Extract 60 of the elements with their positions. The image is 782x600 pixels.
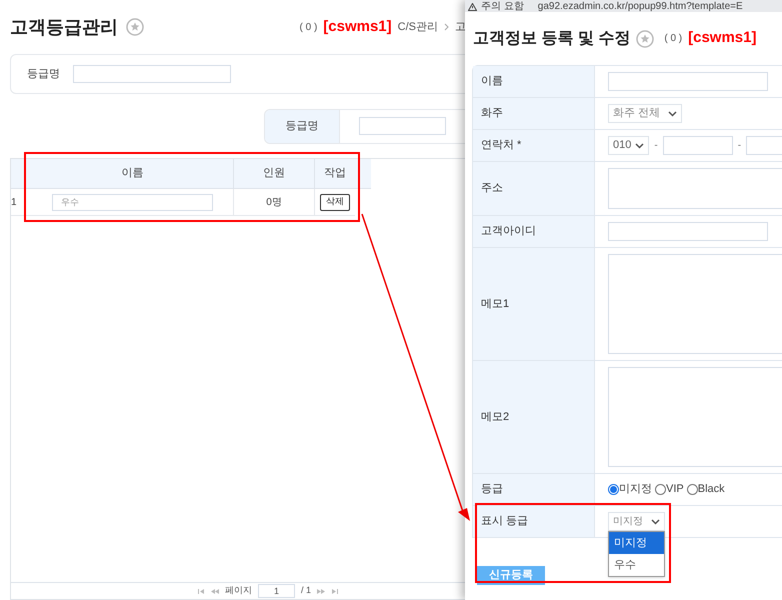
count-text: ( 0 ) [300, 20, 318, 34]
page-input[interactable]: 1 [258, 584, 295, 598]
breadcrumb-link[interactable]: C/S관리 [398, 18, 438, 36]
form-label: 등급 [473, 474, 595, 505]
page-label: 페이지 [224, 584, 252, 598]
form-label: 화주 [473, 98, 595, 129]
textarea-field[interactable] [608, 254, 782, 354]
form-label: 메모1 [473, 248, 595, 360]
page-total: / 1 [300, 584, 311, 598]
column-header: 인원 [234, 159, 315, 188]
table-cell: 0명 [234, 189, 315, 215]
security-text: 주의 요함 [481, 2, 524, 12]
filter-input[interactable] [359, 117, 446, 135]
chevron-down-icon [668, 110, 678, 116]
column-header: 이름 [32, 159, 234, 188]
next-page-icon[interactable] [317, 588, 325, 594]
form-label: 주소 [473, 162, 595, 215]
page-title: 고객등급관리 [10, 16, 118, 38]
column-header: 작업 [323, 166, 347, 182]
select-field[interactable]: 미지정 [608, 512, 665, 531]
radio-option[interactable]: VIP [655, 481, 684, 498]
radio-option[interactable]: Black [686, 481, 725, 498]
dropdown-option[interactable]: 미지정 [609, 532, 664, 554]
last-page-icon[interactable] [331, 588, 338, 594]
chevron-down-icon [635, 142, 644, 148]
prev-page-icon[interactable] [210, 588, 219, 594]
user-id-text: [cswms1] [688, 28, 756, 48]
chevron-right-icon [444, 23, 449, 31]
delete-button[interactable]: 삭제 [320, 194, 350, 210]
warning-icon [468, 3, 477, 11]
radio-icon[interactable] [608, 484, 619, 495]
text-input[interactable] [608, 222, 768, 241]
popup-title: 고객정보 등록 및 수정 [473, 28, 630, 48]
search-label: 등급명 [27, 66, 60, 82]
row-number: 1 [11, 196, 18, 210]
form-label: 표시 등급 [473, 506, 595, 537]
form-label: 고객아이디 [473, 216, 595, 247]
select-field[interactable]: 화주 전체 [608, 104, 682, 123]
dash-text: - [738, 139, 742, 153]
radio-option[interactable]: 미지정 [608, 481, 652, 498]
dash-text: - [654, 139, 658, 153]
textarea-field[interactable] [608, 168, 782, 209]
textarea-field[interactable] [608, 367, 782, 467]
form-label: 메모2 [473, 361, 595, 473]
first-page-icon[interactable] [198, 588, 205, 594]
url-text: ga92.ezadmin.co.kr/popup99.htm?template=E [538, 2, 743, 12]
breadcrumb-link[interactable]: 고 [455, 18, 466, 36]
select-field[interactable]: 010 [608, 136, 650, 155]
radio-icon[interactable] [686, 484, 698, 495]
form-label: 이름 [473, 66, 595, 97]
phone-input[interactable] [662, 136, 733, 155]
radio-icon[interactable] [655, 484, 666, 495]
count-text: ( 0 ) [664, 32, 682, 46]
chevron-down-icon [651, 518, 660, 524]
dropdown-option[interactable]: 우수 [609, 554, 664, 576]
form-label: 연락처 * [473, 130, 595, 161]
filter-label: 등급명 [265, 110, 339, 142]
text-input[interactable] [608, 72, 768, 91]
user-id-text: [cswms1] [323, 16, 392, 37]
search-input[interactable] [73, 65, 231, 83]
